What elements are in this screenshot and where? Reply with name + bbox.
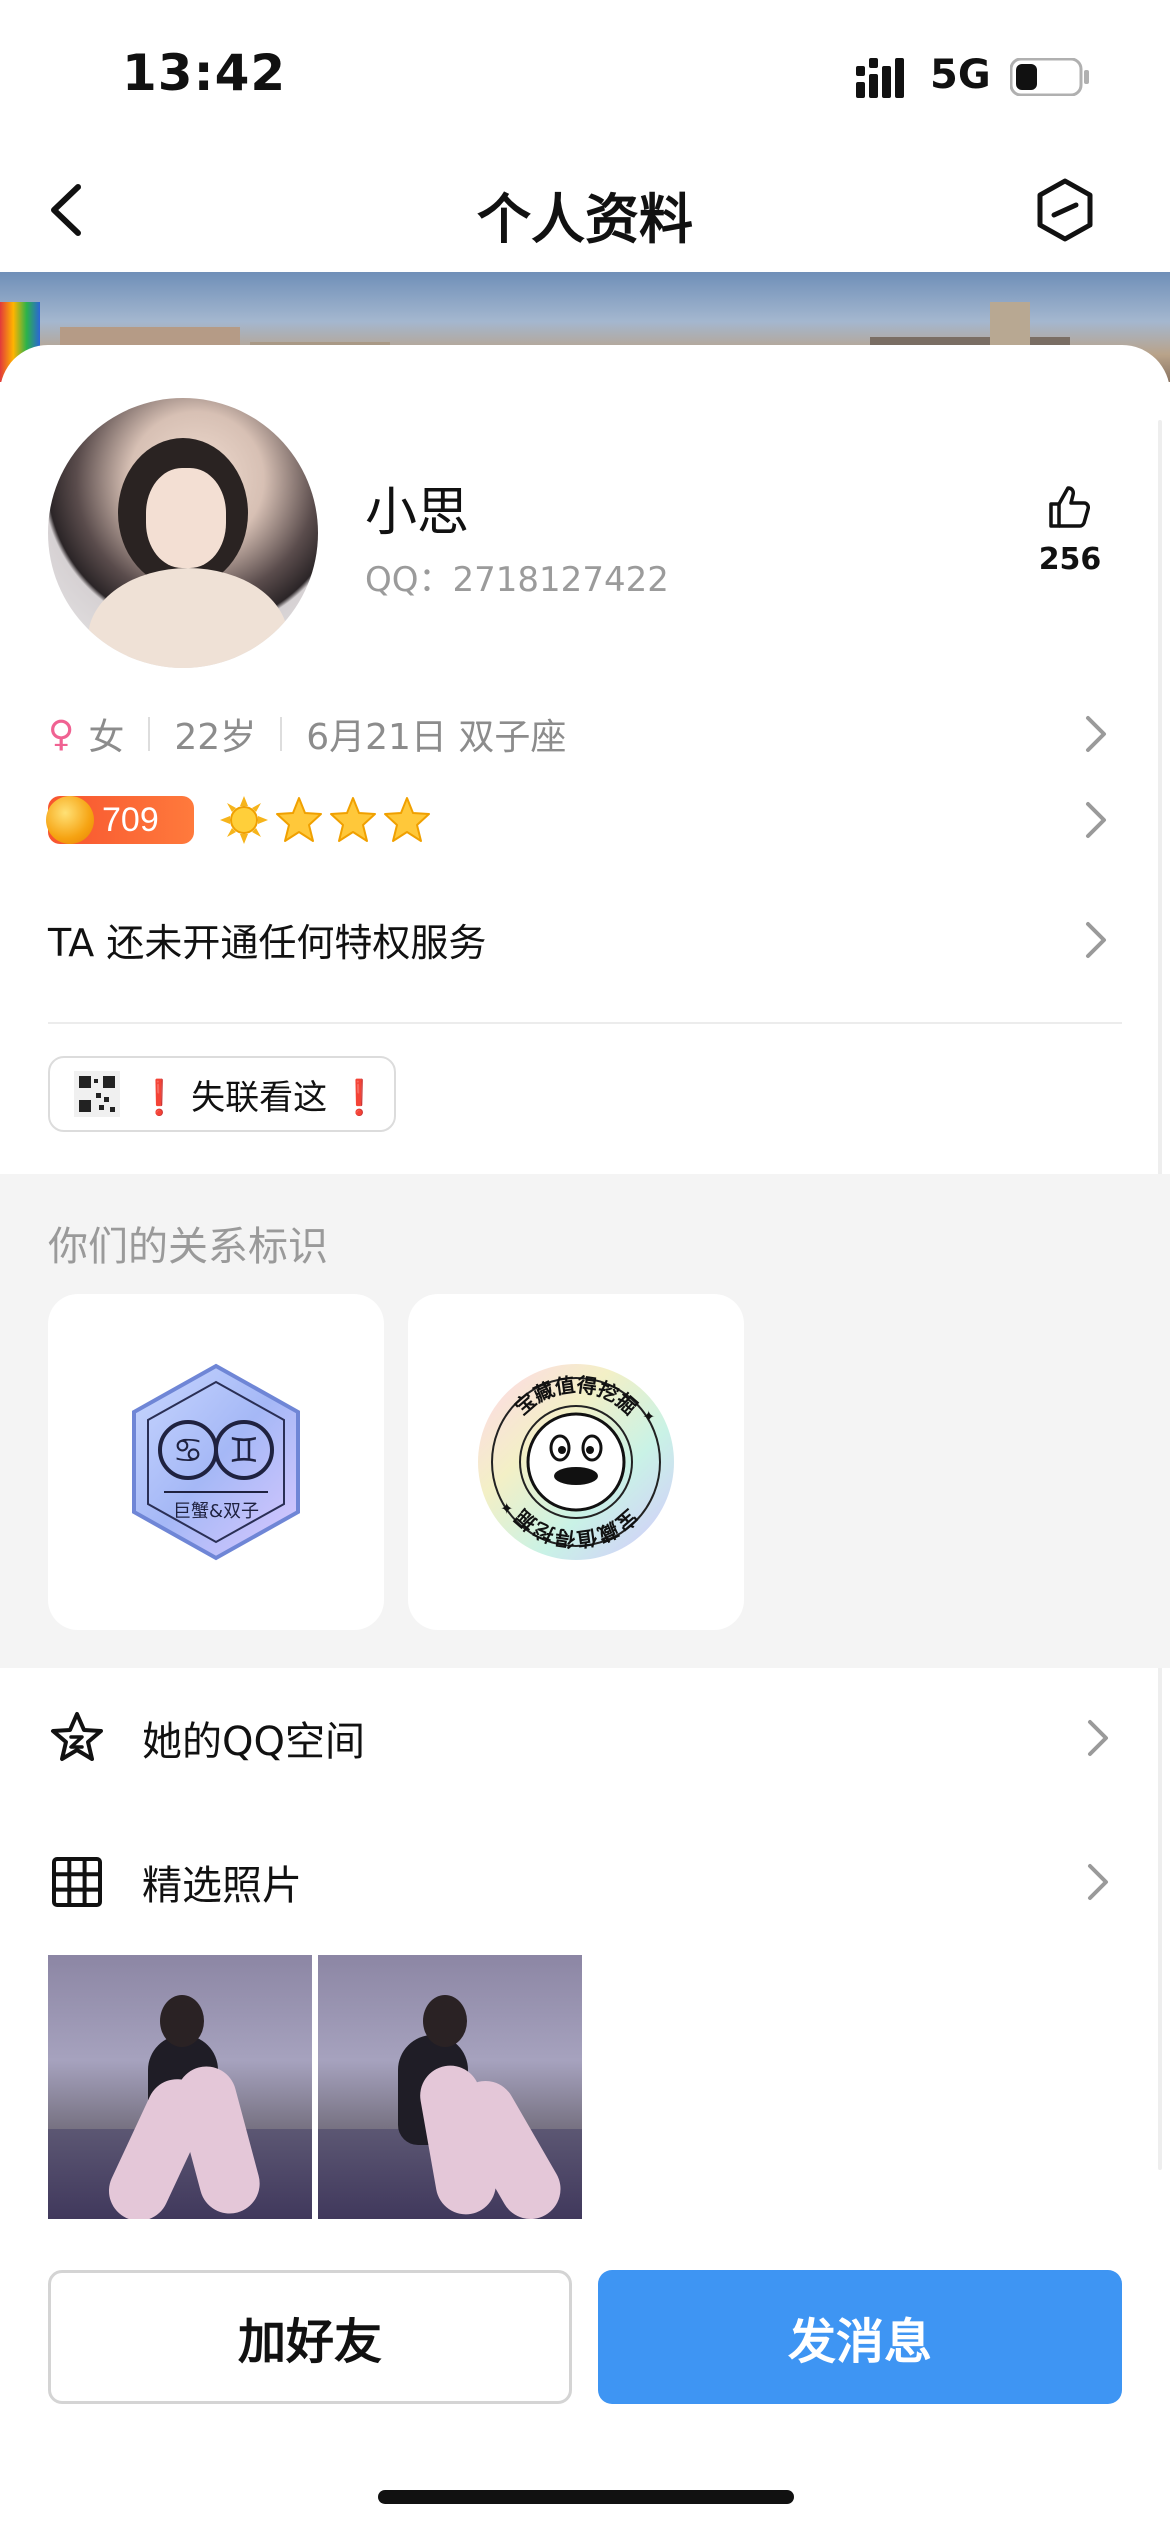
like-count: 256 <box>1038 542 1102 577</box>
qr-chip-text: 失联看这 <box>191 1077 328 1118</box>
signal-icon <box>856 58 904 98</box>
female-icon: ♀ <box>48 713 75 755</box>
star-icon <box>384 797 430 842</box>
chevron-right-icon <box>1088 1720 1108 1756</box>
status-bar: 13:42 5G <box>0 0 1170 145</box>
qzone-row[interactable]: 她的QQ空间 <box>48 1698 1122 1778</box>
home-indicator <box>378 2490 794 2504</box>
like-button[interactable]: 256 <box>1030 482 1110 592</box>
gender-text: 女 <box>88 717 125 758</box>
treasure-badge-icon: 宝藏值得挖掘 宝藏值得挖掘 ✦ ✦ <box>478 1364 674 1560</box>
level-badge: 709 <box>46 796 194 844</box>
relationship-badge-card[interactable]: 宝藏值得挖掘 宝藏值得挖掘 ✦ ✦ <box>408 1294 744 1630</box>
network-label: 5G <box>930 52 991 98</box>
exclamation-icon: ❗ <box>337 1077 381 1118</box>
qzone-label: 她的QQ空间 <box>142 1719 365 1765</box>
grid-icon <box>52 1857 102 1907</box>
page-title: 个人资料 <box>477 188 693 251</box>
star-icon <box>330 797 376 842</box>
battery-icon <box>1010 58 1089 96</box>
divider <box>280 717 283 751</box>
featured-photo[interactable] <box>48 1955 312 2219</box>
relationship-section: 你们的关系标识 ♋ ♊ 巨蟹&双子 宝藏值得挖掘 宝藏值得挖掘 ✦ ✦ <box>0 1174 1170 1668</box>
nav-bar: 个人资料 <box>0 145 1170 273</box>
birthday-text: 6月21日 双子座 <box>306 717 567 758</box>
svg-text:♊: ♊ <box>229 1431 259 1471</box>
basic-info-row[interactable]: ♀ 女 22岁 6月21日 双子座 <box>48 706 566 762</box>
star-outline-icon <box>51 1712 103 1761</box>
zodiac-badge-label: 巨蟹&双子 <box>173 1501 259 1522</box>
svg-text:♋: ♋ <box>173 1431 203 1471</box>
nickname: 小思 <box>365 483 470 543</box>
level-number: 709 <box>102 800 159 839</box>
status-time: 13:42 <box>122 44 287 102</box>
thumbs-up-icon <box>1049 486 1090 528</box>
privilege-text[interactable]: TA 还未开通任何特权服务 <box>48 912 486 967</box>
star-icon <box>276 797 322 842</box>
exclamation-icon: ❗ <box>138 1077 181 1118</box>
relationship-title: 你们的关系标识 <box>48 1224 328 1270</box>
photos-row[interactable]: 精选照片 <box>48 1842 1122 1922</box>
relationship-badge-card[interactable]: ♋ ♊ 巨蟹&双子 <box>48 1294 384 1630</box>
chevron-right-icon[interactable] <box>1080 918 1110 962</box>
svg-text:✦: ✦ <box>500 1499 513 1518</box>
chevron-right-icon[interactable] <box>1080 712 1110 756</box>
zodiac-badge-icon: ♋ ♊ 巨蟹&双子 <box>132 1363 300 1561</box>
qq-number: QQ：2718127422 <box>365 560 669 600</box>
chevron-right-icon[interactable] <box>1080 798 1110 842</box>
divider <box>48 1022 1122 1024</box>
avatar[interactable] <box>48 398 318 668</box>
sun-icon <box>220 796 268 844</box>
bottom-action-bar: 加好友 发消息 <box>0 2250 1170 2532</box>
send-message-button[interactable]: 发消息 <box>598 2270 1122 2404</box>
qr-chip[interactable]: ❗ 失联看这 ❗ <box>48 1056 396 1132</box>
featured-photo[interactable] <box>318 1955 582 2219</box>
chevron-right-icon <box>1088 1864 1108 1900</box>
hexagon-menu-icon[interactable] <box>1030 175 1100 245</box>
level-row[interactable]: 709 <box>46 790 432 850</box>
photos-label: 精选照片 <box>142 1863 302 1909</box>
add-friend-button[interactable]: 加好友 <box>48 2270 572 2404</box>
qr-chip-label: ❗ 失联看这 ❗ <box>138 1070 380 1119</box>
svg-text:✦: ✦ <box>642 1407 655 1426</box>
flame-coin-icon <box>46 796 94 844</box>
qr-code-icon <box>74 1071 120 1117</box>
age-text: 22岁 <box>174 717 257 758</box>
divider <box>148 717 151 751</box>
